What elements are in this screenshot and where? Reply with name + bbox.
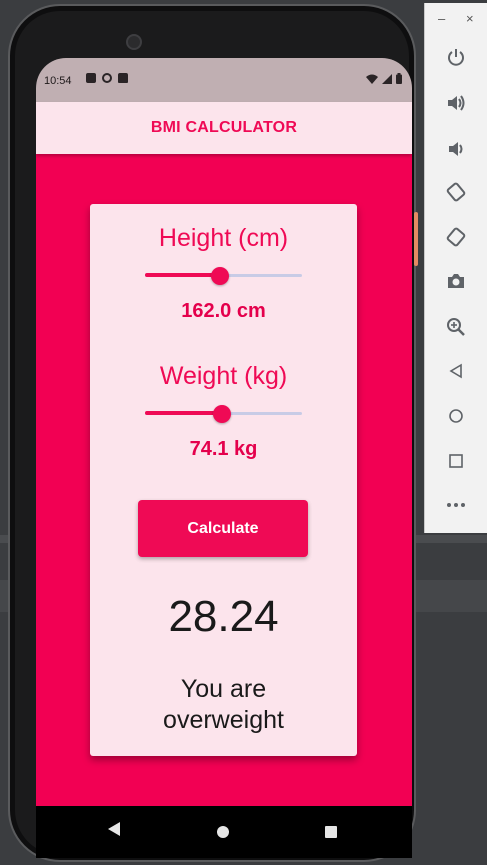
- wifi-icon: [366, 74, 378, 84]
- bmi-result: 28.24: [168, 592, 279, 641]
- notification-a-icon: [86, 73, 96, 83]
- system-icons: [366, 73, 402, 84]
- sd-card-icon: [118, 73, 128, 83]
- battery-icon: [396, 73, 402, 84]
- minimize-button[interactable]: –: [438, 11, 445, 26]
- weight-value: 74.1 kg: [189, 438, 258, 460]
- status-time: 10:54: [44, 75, 72, 87]
- rotate-left-icon[interactable]: [444, 180, 468, 204]
- emulator-toolbar: – ×: [424, 3, 487, 533]
- back-icon[interactable]: [444, 359, 468, 383]
- volume-down-icon[interactable]: [444, 137, 468, 161]
- zoom-icon[interactable]: [444, 315, 468, 339]
- main-content: Height (cm) 162.0 cm Weight (kg) 74.1 kg…: [36, 154, 412, 806]
- app-title: BMI CALCULATOR: [150, 119, 298, 136]
- rotate-right-icon[interactable]: [444, 225, 468, 249]
- calculate-button[interactable]: Calculate: [138, 500, 308, 557]
- phone-screen: 10:54 BMI CALCULATOR Height (cm) 162.0 c…: [36, 58, 412, 858]
- bmi-card: Height (cm) 162.0 cm Weight (kg) 74.1 kg…: [90, 204, 357, 756]
- navigation-bar: [36, 806, 412, 858]
- status-bar: 10:54: [36, 58, 412, 102]
- emulator-window-controls: – ×: [425, 11, 487, 27]
- back-nav-icon[interactable]: [108, 822, 120, 836]
- home-icon[interactable]: [444, 404, 468, 428]
- app-bar: BMI CALCULATOR: [36, 102, 412, 154]
- power-icon[interactable]: [444, 45, 468, 69]
- screenshot-icon[interactable]: [444, 269, 468, 293]
- volume-up-icon[interactable]: [444, 91, 468, 115]
- phone-frame: 10:54 BMI CALCULATOR Height (cm) 162.0 c…: [8, 4, 416, 862]
- overview-icon[interactable]: [444, 449, 468, 473]
- slider-track-active: [145, 411, 222, 415]
- more-icon[interactable]: [444, 493, 468, 517]
- height-value: 162.0 cm: [181, 300, 266, 322]
- close-button[interactable]: ×: [466, 11, 474, 26]
- weight-slider[interactable]: [145, 404, 302, 424]
- height-slider[interactable]: [145, 266, 302, 286]
- notification-icons: [86, 73, 128, 83]
- home-nav-icon[interactable]: [217, 826, 229, 838]
- notification-play-icon: [102, 73, 112, 83]
- weight-label: Weight (kg): [159, 362, 288, 390]
- recents-nav-icon[interactable]: [325, 826, 337, 838]
- slider-thumb[interactable]: [211, 267, 230, 285]
- slider-thumb[interactable]: [212, 405, 231, 423]
- bmi-message: You are overweight: [163, 675, 284, 734]
- signal-icon: [382, 73, 392, 84]
- phone-side-button: [414, 212, 418, 266]
- height-label: Height (cm): [158, 224, 289, 252]
- camera-icon: [126, 34, 142, 50]
- slider-track-active: [145, 273, 221, 277]
